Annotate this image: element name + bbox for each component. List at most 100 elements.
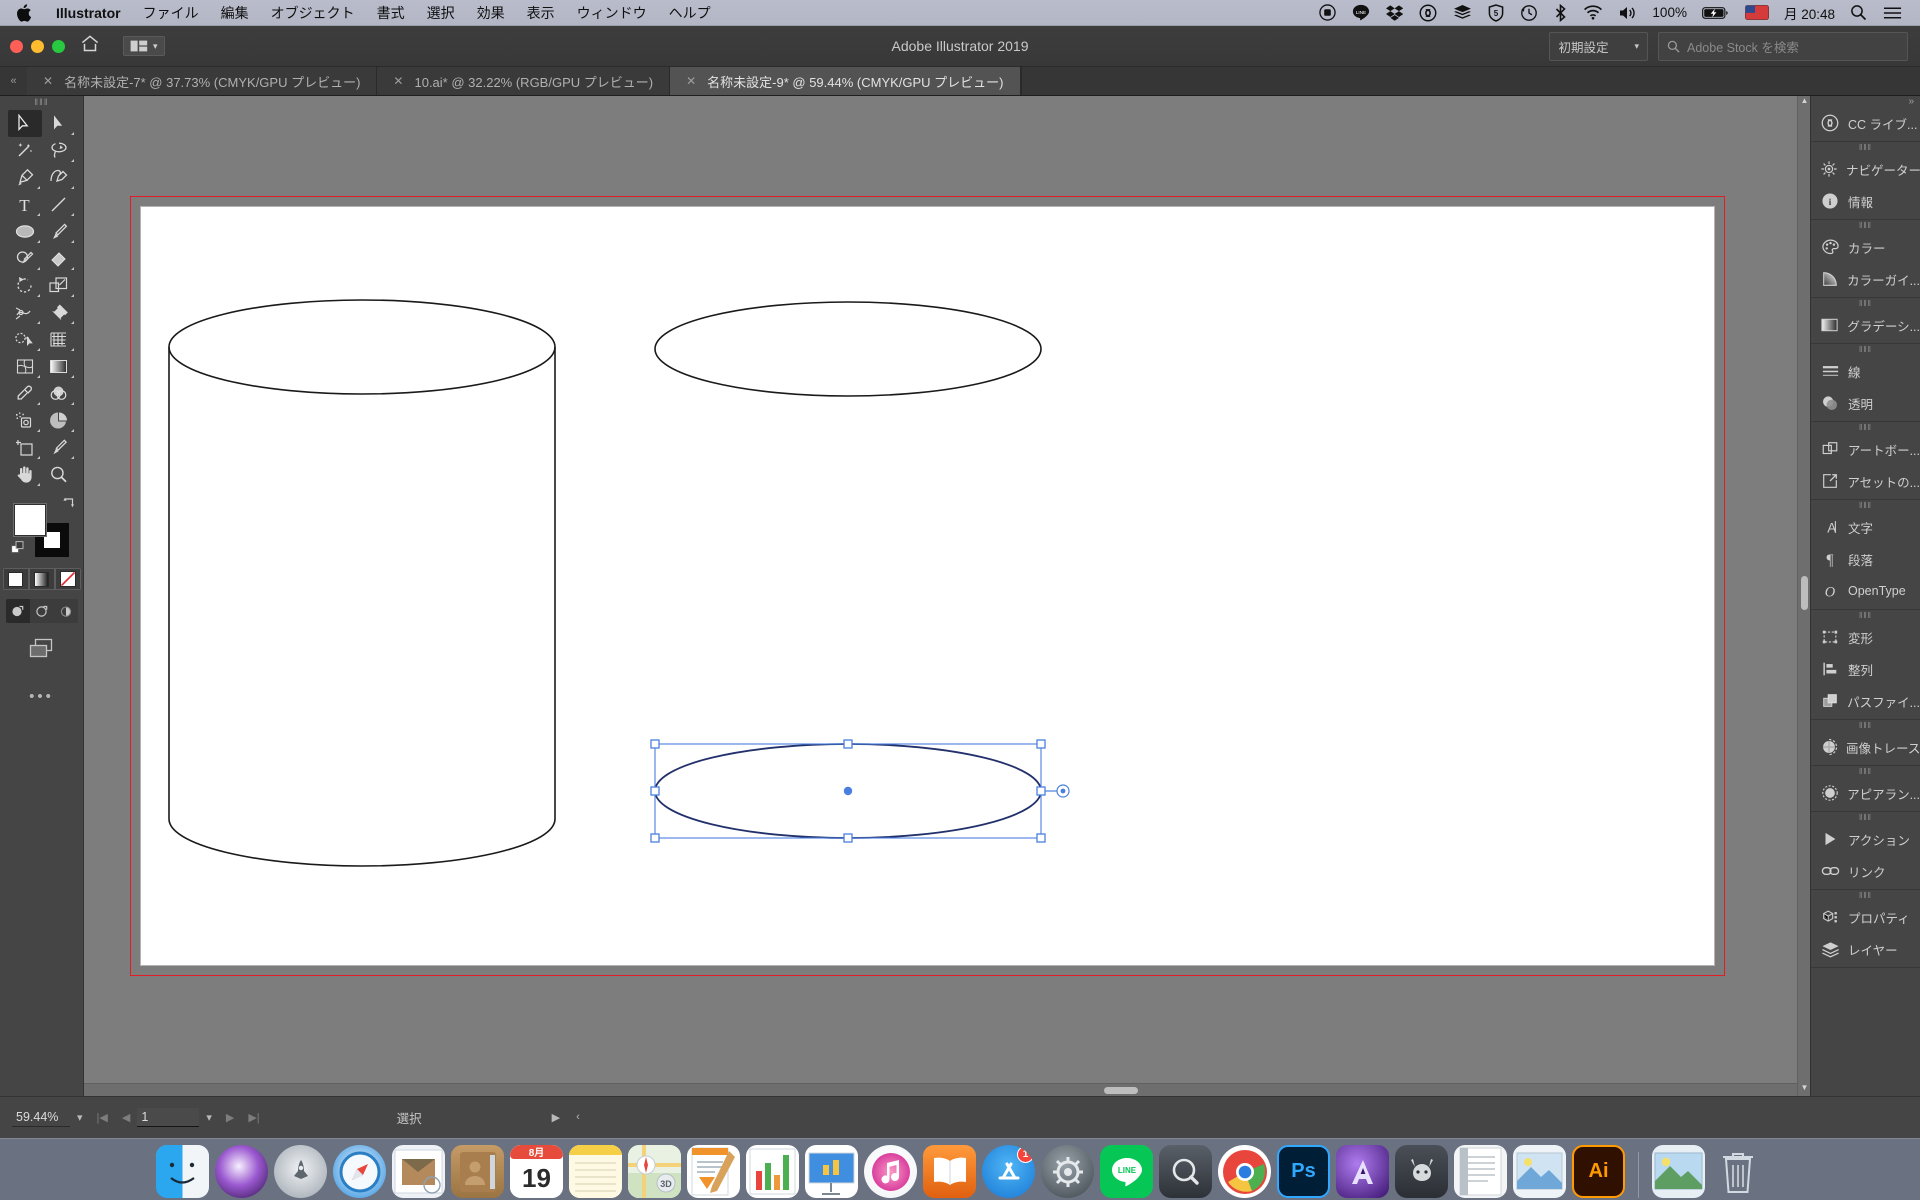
zoom-dropdown-icon[interactable]: ▾ <box>70 1111 90 1124</box>
ellipse-tool[interactable] <box>8 218 42 245</box>
panel-group-grabber[interactable]: ‖‖‖ <box>1811 422 1920 433</box>
panel-info[interactable]: i 情報 <box>1811 185 1920 217</box>
next-page-button[interactable]: ▶ <box>219 1111 241 1124</box>
apple-logo-icon[interactable] <box>0 3 45 22</box>
dock-item-line[interactable]: LINE <box>1100 1145 1153 1198</box>
close-window-button[interactable] <box>10 39 23 53</box>
time-machine-icon[interactable] <box>1512 4 1546 22</box>
dock-item-quicklook[interactable] <box>1159 1145 1212 1198</box>
type-tool[interactable]: T <box>8 191 42 218</box>
curvature-tool[interactable] <box>42 164 76 191</box>
mesh-tool[interactable] <box>8 353 42 380</box>
last-page-button[interactable]: ▶| <box>241 1111 266 1124</box>
panel-opentype[interactable]: O OpenType <box>1811 575 1920 607</box>
dock-item-notes[interactable] <box>569 1145 622 1198</box>
panel-pathfinder[interactable]: パスファイ... <box>1811 685 1920 717</box>
shaper-tool[interactable] <box>8 245 42 272</box>
home-icon[interactable] <box>81 35 99 57</box>
zoom-tool[interactable] <box>42 461 76 488</box>
menu-view[interactable]: 表示 <box>516 3 566 23</box>
dock-item-pages[interactable] <box>687 1145 740 1198</box>
maximize-window-button[interactable] <box>52 39 65 53</box>
clock-label[interactable]: 月 20:48 <box>1777 3 1842 23</box>
volume-icon[interactable] <box>1611 5 1645 21</box>
minimize-window-button[interactable] <box>31 39 44 53</box>
scroll-down-icon[interactable]: ▼ <box>1798 1083 1810 1096</box>
artboard[interactable] <box>140 206 1715 966</box>
first-page-button[interactable]: |◀ <box>90 1111 115 1124</box>
expand-panels-icon[interactable]: » <box>1811 96 1920 107</box>
panel-group-grabber[interactable]: ‖‖‖ <box>1811 298 1920 309</box>
dock-item-photoshop[interactable]: Ps <box>1277 1145 1330 1198</box>
eyedropper-tool[interactable] <box>8 380 42 407</box>
menu-effect[interactable]: 効果 <box>466 3 516 23</box>
panel-transparency[interactable]: 透明 <box>1811 387 1920 419</box>
panel-stroke[interactable]: 線 <box>1811 355 1920 387</box>
width-tool[interactable] <box>8 299 42 326</box>
change-screen-mode-button[interactable] <box>27 637 57 664</box>
dock-item-pictures-folder[interactable] <box>1652 1145 1705 1198</box>
rotate-tool[interactable] <box>8 272 42 299</box>
panel-group-grabber[interactable]: ‖‖‖ <box>1811 220 1920 231</box>
panel-group-grabber[interactable]: ‖‖‖ <box>1811 344 1920 355</box>
panel-cc-libraries[interactable]: CC ライブ... <box>1811 107 1920 139</box>
pen-tool[interactable] <box>8 164 42 191</box>
perspective-grid-tool[interactable] <box>42 326 76 353</box>
dock-item-numbers[interactable] <box>746 1145 799 1198</box>
tools-panel-grabber[interactable]: ‖‖‖ <box>0 96 83 107</box>
draw-inside-button[interactable] <box>54 599 78 623</box>
dock-item-deer-app[interactable] <box>1395 1145 1448 1198</box>
gradient-swatch-button[interactable] <box>28 568 55 590</box>
document-tab-3[interactable]: ✕ 名称未設定-9* @ 59.44% (CMYK/GPU プレビュー) <box>670 67 1021 95</box>
input-source-icon[interactable] <box>1737 5 1777 20</box>
free-transform-tool[interactable] <box>42 299 76 326</box>
zoom-level-field[interactable]: 59.44% <box>12 1108 70 1127</box>
fill-swatch[interactable] <box>12 503 47 537</box>
dock-item-siri[interactable] <box>215 1145 268 1198</box>
dock-item-keynote[interactable] <box>805 1145 858 1198</box>
gradient-tool[interactable] <box>42 353 76 380</box>
document-tab-2[interactable]: ✕ 10.ai* @ 32.22% (RGB/GPU プレビュー) <box>377 67 671 95</box>
dock-item-itunes[interactable] <box>864 1145 917 1198</box>
symbol-sprayer-tool[interactable] <box>8 407 42 434</box>
control-center-icon[interactable] <box>1875 6 1910 20</box>
menu-object[interactable]: オブジェクト <box>260 3 366 23</box>
dock-item-mail[interactable] <box>392 1145 445 1198</box>
close-icon[interactable]: ✕ <box>393 74 403 88</box>
panel-group-grabber[interactable]: ‖‖‖ <box>1811 610 1920 621</box>
panel-links[interactable]: リンク <box>1811 855 1920 887</box>
panel-properties[interactable]: プロパティ <box>1811 901 1920 933</box>
none-swatch-button[interactable] <box>54 568 81 590</box>
panel-asset-export[interactable]: アセットの... <box>1811 465 1920 497</box>
dock-item-contacts[interactable] <box>451 1145 504 1198</box>
column-graph-tool[interactable] <box>42 407 76 434</box>
menu-type[interactable]: 書式 <box>366 3 416 23</box>
search-icon[interactable] <box>1842 4 1875 21</box>
close-icon[interactable]: ✕ <box>43 74 53 88</box>
dock-item-text-editor[interactable] <box>1454 1145 1507 1198</box>
dock-item-illustrator[interactable]: Ai <box>1572 1145 1625 1198</box>
default-fill-stroke-icon[interactable] <box>10 541 26 561</box>
wifi-icon[interactable] <box>1575 5 1611 20</box>
vertical-scrollbar[interactable]: ▲ ▼ <box>1797 96 1810 1096</box>
panel-layers[interactable]: レイヤー <box>1811 933 1920 965</box>
menu-illustrator[interactable]: Illustrator <box>45 5 132 21</box>
magic-wand-tool[interactable] <box>8 137 42 164</box>
dock-item-preview[interactable] <box>1513 1145 1566 1198</box>
status-menu-icon[interactable]: ▶ <box>552 1111 560 1124</box>
panel-appearance[interactable]: アピアラン... <box>1811 777 1920 809</box>
panel-actions[interactable]: アクション <box>1811 823 1920 855</box>
dock-item-ibooks[interactable] <box>923 1145 976 1198</box>
selection-tool[interactable] <box>7 110 42 137</box>
workspace-switcher[interactable]: 初期設定 ▾ <box>1549 31 1648 61</box>
color-swatch-button[interactable] <box>2 568 29 590</box>
dock-item-chrome[interactable] <box>1218 1145 1271 1198</box>
edit-toolbar-button[interactable]: ••• <box>29 688 54 705</box>
panel-group-grabber[interactable]: ‖‖‖ <box>1811 766 1920 777</box>
line-icon[interactable]: LINE <box>1344 4 1378 22</box>
horizontal-scrollbar[interactable] <box>84 1083 1797 1096</box>
dock-item-finder[interactable] <box>156 1145 209 1198</box>
stock-search-field[interactable]: Adobe Stock を検索 <box>1658 31 1908 61</box>
direct-selection-tool[interactable] <box>42 110 76 137</box>
panel-image-trace[interactable]: 画像トレース <box>1811 731 1920 763</box>
